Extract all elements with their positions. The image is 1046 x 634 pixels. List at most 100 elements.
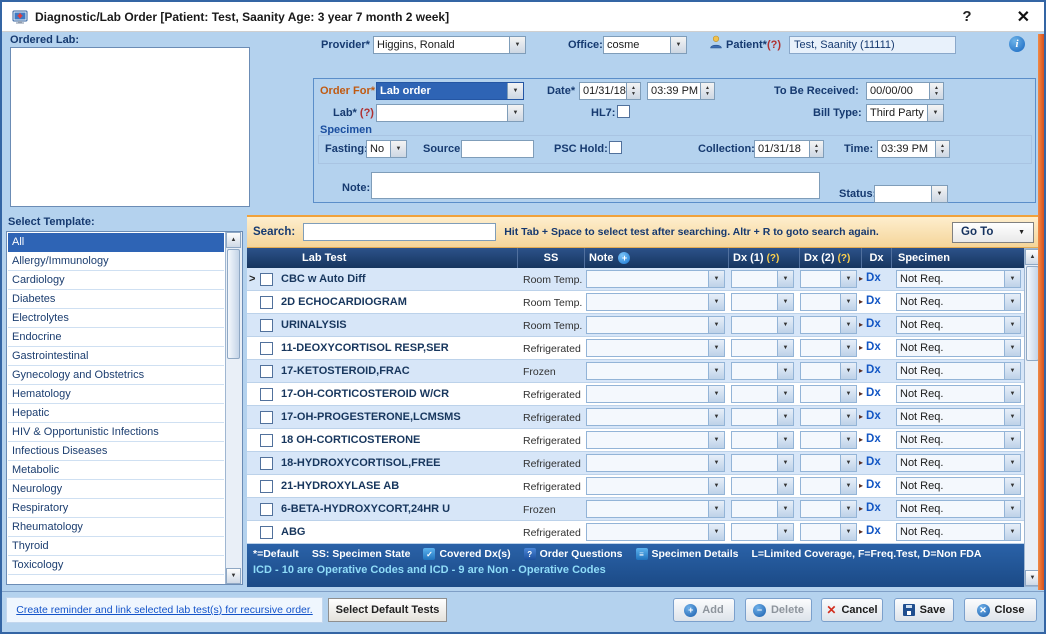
- specimen-dropdown[interactable]: Not Req.: [896, 293, 1021, 311]
- note-dropdown[interactable]: [586, 477, 725, 495]
- chevron-down-icon[interactable]: [708, 363, 724, 379]
- dx-expand-icon[interactable]: ▸: [859, 343, 863, 352]
- dx-expand-icon[interactable]: ▸: [859, 435, 863, 444]
- dx-link[interactable]: Dx: [866, 272, 881, 284]
- note-dropdown[interactable]: [586, 454, 725, 472]
- test-checkbox[interactable]: [260, 273, 273, 286]
- chevron-down-icon[interactable]: [708, 501, 724, 517]
- chevron-down-icon[interactable]: [840, 340, 856, 356]
- chevron-down-icon[interactable]: [840, 455, 856, 471]
- dx1-dropdown[interactable]: [731, 270, 794, 288]
- test-checkbox[interactable]: [260, 457, 273, 470]
- add-button[interactable]: +Add: [673, 598, 735, 622]
- chevron-down-icon[interactable]: [840, 386, 856, 402]
- note-dropdown[interactable]: [586, 339, 725, 357]
- specimen-dropdown[interactable]: Not Req.: [896, 523, 1021, 541]
- template-list-item[interactable]: All: [8, 233, 224, 252]
- dx2-dropdown[interactable]: [800, 500, 857, 518]
- dx1-dropdown[interactable]: [731, 523, 794, 541]
- provider-dropdown[interactable]: Higgins, Ronald: [373, 36, 526, 54]
- chevron-down-icon[interactable]: [507, 105, 523, 121]
- template-list-item[interactable]: HIV & Opportunistic Infections: [8, 423, 224, 442]
- spinner-buttons[interactable]: [809, 141, 823, 157]
- scroll-down-icon[interactable]: ▼: [226, 568, 241, 584]
- goto-button[interactable]: Go To ▼: [952, 222, 1034, 243]
- template-list-item[interactable]: Thyroid: [8, 537, 224, 556]
- dx1-help-icon[interactable]: (?): [767, 253, 780, 264]
- note-dropdown[interactable]: [586, 362, 725, 380]
- dx-link[interactable]: Dx: [866, 525, 881, 537]
- template-list-item[interactable]: Gastrointestinal: [8, 347, 224, 366]
- note-dropdown[interactable]: [586, 408, 725, 426]
- chevron-down-icon[interactable]: [1004, 409, 1020, 425]
- specimen-dropdown[interactable]: Not Req.: [896, 362, 1021, 380]
- chevron-down-icon[interactable]: [1004, 478, 1020, 494]
- template-list-item[interactable]: Endocrine: [8, 328, 224, 347]
- template-list-item[interactable]: Respiratory: [8, 499, 224, 518]
- dx-expand-icon[interactable]: ▸: [859, 412, 863, 421]
- specimen-dropdown[interactable]: Not Req.: [896, 270, 1021, 288]
- chevron-down-icon[interactable]: [708, 409, 724, 425]
- order-for-dropdown[interactable]: Lab order: [376, 82, 524, 100]
- reminder-link[interactable]: Create reminder and link selected lab te…: [16, 604, 312, 616]
- chevron-down-icon[interactable]: [1004, 524, 1020, 540]
- spinner-buttons[interactable]: [626, 83, 640, 99]
- office-dropdown[interactable]: cosme: [603, 36, 687, 54]
- psc-hold-checkbox[interactable]: [609, 141, 622, 154]
- dx-link[interactable]: Dx: [866, 433, 881, 445]
- dx2-dropdown[interactable]: [800, 293, 857, 311]
- dx-link[interactable]: Dx: [866, 410, 881, 422]
- chevron-down-icon[interactable]: [1004, 432, 1020, 448]
- template-list-item[interactable]: Allergy/Immunology: [8, 252, 224, 271]
- chevron-down-icon[interactable]: [840, 524, 856, 540]
- dx-expand-icon[interactable]: ▸: [859, 458, 863, 467]
- dx-link[interactable]: Dx: [866, 318, 881, 330]
- specimen-dropdown[interactable]: Not Req.: [896, 454, 1021, 472]
- dx-expand-icon[interactable]: ▸: [859, 527, 863, 536]
- test-checkbox[interactable]: [260, 480, 273, 493]
- to-be-received-field[interactable]: 00/00/00: [866, 82, 944, 100]
- chevron-down-icon[interactable]: [840, 478, 856, 494]
- template-scrollbar[interactable]: ▲ ▼: [225, 232, 242, 584]
- save-button[interactable]: Save: [894, 598, 954, 622]
- test-checkbox[interactable]: [260, 526, 273, 539]
- spinner-buttons[interactable]: [700, 83, 714, 99]
- chevron-down-icon[interactable]: [931, 186, 947, 202]
- dx2-dropdown[interactable]: [800, 339, 857, 357]
- dx-expand-icon[interactable]: ▸: [859, 504, 863, 513]
- chevron-down-icon[interactable]: [1004, 271, 1020, 287]
- collection-date-field[interactable]: 01/31/18: [754, 140, 824, 158]
- chevron-down-icon[interactable]: [777, 524, 793, 540]
- chevron-down-icon[interactable]: [708, 432, 724, 448]
- chevron-down-icon[interactable]: [840, 271, 856, 287]
- scroll-thumb[interactable]: [227, 249, 240, 359]
- template-list-item[interactable]: Toxicology: [8, 556, 224, 575]
- dx-expand-icon[interactable]: ▸: [859, 366, 863, 375]
- order-time-field[interactable]: 03:39 PM: [647, 82, 715, 100]
- template-list-item[interactable]: Hepatic: [8, 404, 224, 423]
- chevron-down-icon[interactable]: [708, 317, 724, 333]
- chevron-down-icon[interactable]: [509, 37, 525, 53]
- cancel-button[interactable]: ✕Cancel: [821, 598, 883, 622]
- template-list-item[interactable]: Diabetes: [8, 290, 224, 309]
- test-checkbox[interactable]: [260, 503, 273, 516]
- note-dropdown[interactable]: [586, 431, 725, 449]
- close-button[interactable]: ✕Close: [964, 598, 1037, 622]
- info-icon[interactable]: i: [1009, 36, 1025, 52]
- note-input[interactable]: [371, 172, 820, 199]
- specimen-dropdown[interactable]: Not Req.: [896, 339, 1021, 357]
- dx-link[interactable]: Dx: [866, 456, 881, 468]
- template-list-item[interactable]: Electrolytes: [8, 309, 224, 328]
- chevron-down-icon[interactable]: [708, 455, 724, 471]
- chevron-down-icon[interactable]: [1004, 501, 1020, 517]
- dx1-dropdown[interactable]: [731, 339, 794, 357]
- chevron-down-icon[interactable]: [507, 83, 523, 99]
- chevron-down-icon[interactable]: [708, 478, 724, 494]
- chevron-down-icon[interactable]: [390, 141, 406, 157]
- chevron-down-icon[interactable]: [777, 271, 793, 287]
- test-checkbox[interactable]: [260, 411, 273, 424]
- dx1-dropdown[interactable]: [731, 385, 794, 403]
- hl7-checkbox[interactable]: [617, 105, 630, 118]
- chevron-down-icon[interactable]: [840, 363, 856, 379]
- patient-help-icon[interactable]: (?): [767, 39, 781, 51]
